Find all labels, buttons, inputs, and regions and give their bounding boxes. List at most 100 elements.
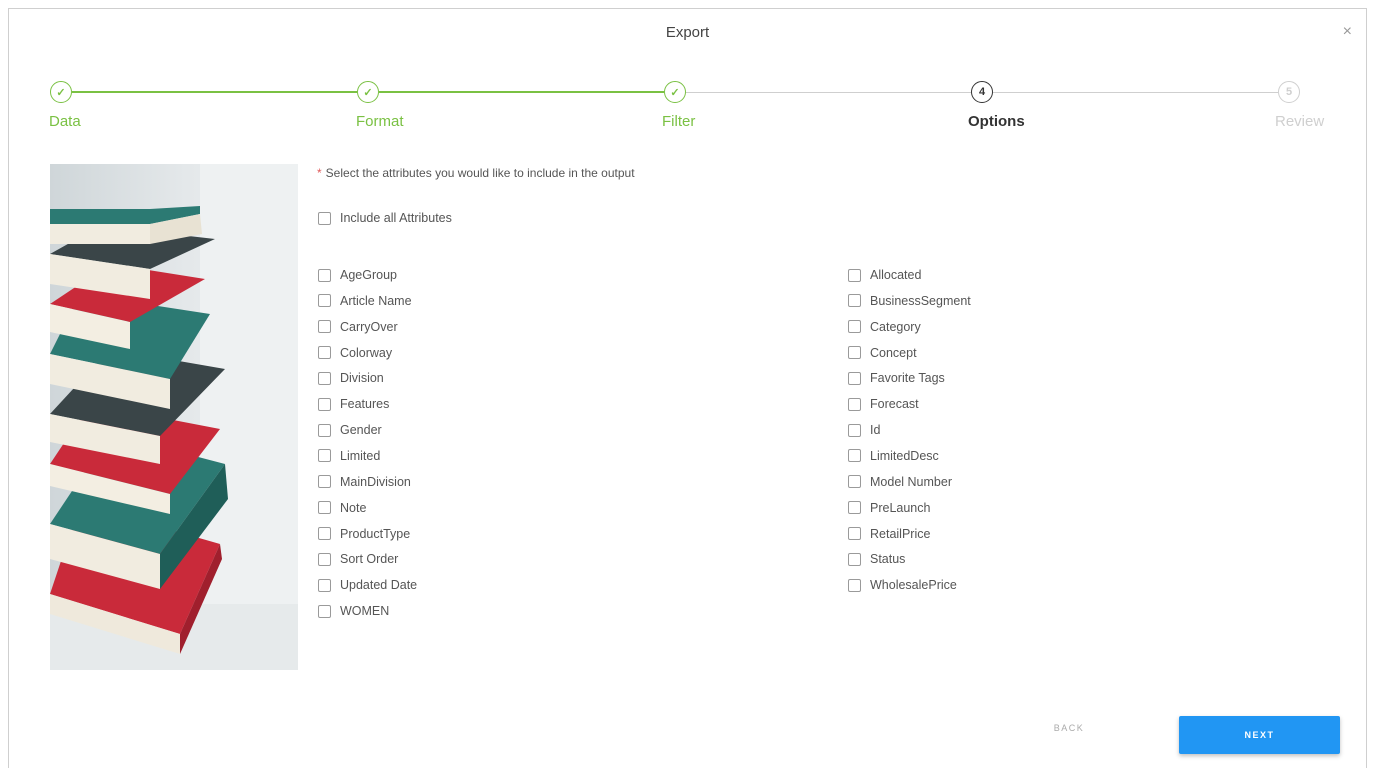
attribute-checkbox[interactable]: Id: [848, 423, 880, 437]
dialog-title: Export: [665, 24, 710, 41]
attribute-checkbox[interactable]: BusinessSegment: [848, 294, 971, 308]
checkbox-box[interactable]: [318, 552, 331, 566]
attribute-checkbox[interactable]: LimitedDesc: [848, 449, 939, 463]
step-filter-check-icon[interactable]: ✓: [664, 81, 686, 103]
checkbox-box[interactable]: [318, 211, 331, 225]
checkbox-box[interactable]: [318, 423, 331, 437]
attribute-checkbox[interactable]: Note: [318, 501, 366, 515]
checkbox-box[interactable]: [848, 320, 861, 334]
next-button[interactable]: NEXT: [1179, 716, 1340, 754]
checkbox-box[interactable]: [318, 578, 331, 592]
attribute-checkbox[interactable]: Division: [318, 371, 384, 385]
checkbox-box[interactable]: [318, 397, 331, 411]
stepper: ✓ Data ✓ Format ✓ Filter 4 Options 5 Rev…: [9, 79, 1368, 149]
checkbox-box[interactable]: [848, 501, 861, 515]
attribute-label: PreLaunch: [870, 500, 931, 515]
attribute-checkbox[interactable]: Favorite Tags: [848, 371, 945, 385]
attribute-checkbox[interactable]: RetailPrice: [848, 527, 930, 541]
checkbox-box[interactable]: [318, 449, 331, 463]
step-format-check-icon[interactable]: ✓: [357, 81, 379, 103]
include-all-attributes-checkbox[interactable]: Include all Attributes: [318, 211, 452, 225]
attribute-checkbox[interactable]: Sort Order: [318, 552, 398, 566]
attribute-checkbox[interactable]: Colorway: [318, 346, 392, 360]
attribute-label: CarryOver: [340, 319, 398, 334]
step-data-label[interactable]: Data: [49, 113, 81, 130]
attribute-label: Division: [340, 371, 384, 386]
attribute-label: Model Number: [870, 474, 952, 489]
attribute-checkbox[interactable]: Forecast: [848, 397, 919, 411]
attribute-checkbox[interactable]: Limited: [318, 449, 380, 463]
checkbox-box[interactable]: [848, 527, 861, 540]
attribute-label: Article Name: [340, 293, 412, 308]
checkbox-box[interactable]: [318, 320, 331, 334]
checkbox-box[interactable]: [318, 268, 331, 282]
step-options-label: Options: [968, 113, 1025, 130]
checkbox-box[interactable]: [848, 397, 861, 411]
checkbox-box[interactable]: [848, 294, 861, 308]
attribute-checkbox[interactable]: Updated Date: [318, 578, 417, 592]
checkbox-box[interactable]: [318, 527, 331, 540]
instruction-label: Select the attributes you would like to …: [325, 166, 635, 180]
books-image: [50, 164, 298, 670]
attribute-label: Favorite Tags: [870, 371, 945, 386]
step-review-number: 5: [1278, 81, 1300, 103]
checkbox-box[interactable]: [848, 371, 861, 385]
checkbox-box[interactable]: [318, 475, 331, 489]
checkbox-box[interactable]: [848, 552, 861, 566]
attribute-label: WholesalePrice: [870, 578, 957, 593]
export-dialog: Export × ✓ Data ✓ Format ✓ Filter 4 Opti…: [8, 8, 1367, 768]
checkbox-box[interactable]: [318, 604, 331, 618]
checkbox-box[interactable]: [318, 346, 331, 360]
back-button[interactable]: BACK: [1039, 723, 1099, 733]
attribute-checkbox[interactable]: ProductType: [318, 527, 410, 541]
attribute-label: MainDivision: [340, 474, 411, 489]
attribute-checkbox[interactable]: Model Number: [848, 475, 952, 489]
attribute-checkbox[interactable]: Concept: [848, 346, 917, 360]
checkbox-label: Include all Attributes: [340, 211, 452, 225]
attribute-label: Updated Date: [340, 578, 418, 593]
attribute-label: Sort Order: [340, 552, 399, 567]
step-connector: [379, 91, 664, 93]
step-data-check-icon[interactable]: ✓: [50, 81, 72, 103]
checkbox-box[interactable]: [848, 268, 861, 282]
attribute-label: Limited: [340, 448, 381, 463]
attribute-checkbox[interactable]: Allocated: [848, 268, 921, 282]
attribute-checkbox[interactable]: Features: [318, 397, 389, 411]
attribute-checkbox[interactable]: Category: [848, 320, 921, 334]
checkbox-box[interactable]: [848, 578, 861, 592]
instruction-text: * Select the attributes you would like to…: [317, 166, 635, 180]
attribute-checkbox[interactable]: WholesalePrice: [848, 578, 957, 592]
step-review-label: Review: [1275, 113, 1325, 130]
step-filter-label[interactable]: Filter: [662, 113, 695, 130]
attribute-checkbox[interactable]: AgeGroup: [318, 268, 397, 282]
attribute-checkbox[interactable]: Article Name: [318, 294, 412, 308]
checkbox-box[interactable]: [848, 346, 861, 360]
attribute-label: RetailPrice: [870, 526, 931, 541]
book-stack-illustration: [50, 164, 298, 670]
checkbox-box[interactable]: [318, 294, 331, 308]
required-marker: *: [317, 166, 322, 180]
checkbox-box[interactable]: [318, 371, 331, 385]
attribute-checkbox[interactable]: MainDivision: [318, 475, 411, 489]
attribute-label: BusinessSegment: [870, 293, 971, 308]
attribute-checkbox[interactable]: Gender: [318, 423, 382, 437]
attribute-label: Forecast: [870, 397, 919, 412]
attribute-label: ProductType: [340, 526, 411, 541]
attribute-checkbox[interactable]: PreLaunch: [848, 501, 930, 515]
step-format-label[interactable]: Format: [356, 113, 404, 130]
attribute-checkbox[interactable]: CarryOver: [318, 320, 398, 334]
step-options-number: 4: [971, 81, 993, 103]
attribute-checkbox[interactable]: WOMEN: [318, 604, 389, 618]
attribute-label: WOMEN: [340, 604, 390, 619]
close-icon[interactable]: ×: [1343, 23, 1352, 41]
attribute-label: Allocated: [870, 268, 922, 282]
checkbox-box[interactable]: [848, 423, 861, 437]
checkbox-box[interactable]: [848, 475, 861, 489]
checkbox-box[interactable]: [318, 501, 331, 515]
checkbox-box[interactable]: [848, 449, 861, 463]
attribute-label: Category: [870, 319, 921, 334]
attribute-label: Colorway: [340, 345, 393, 360]
attribute-label: Status: [870, 552, 906, 567]
attribute-label: Id: [870, 423, 881, 438]
attribute-checkbox[interactable]: Status: [848, 552, 905, 566]
